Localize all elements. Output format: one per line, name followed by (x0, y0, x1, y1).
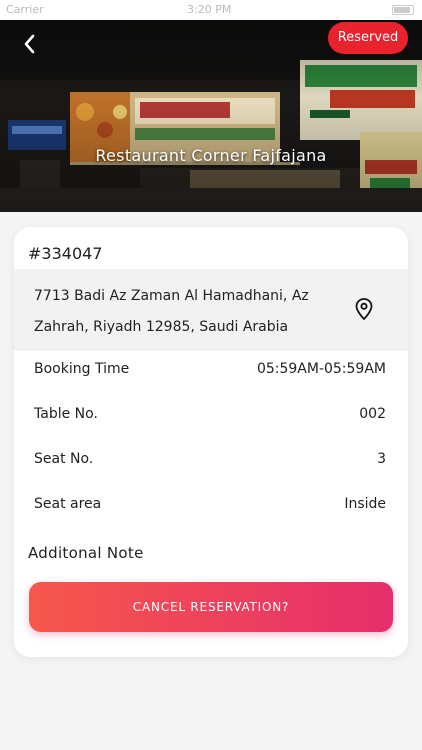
address-text: 7713 Badi Az Zaman Al Hamadhani, Az Zahr… (34, 281, 334, 343)
additional-note-heading: Additonal Note (28, 544, 144, 562)
address-line-1: 7713 Badi Az Zaman Al Hamadhani, Az (34, 288, 309, 304)
map-pin-icon[interactable] (354, 297, 374, 321)
booking-time-label: Booking Time (34, 361, 130, 377)
restaurant-name: Restaurant Corner Fajfajana (95, 146, 327, 165)
seat-area-label: Seat area (34, 496, 102, 512)
table-no-value: 002 (359, 406, 386, 422)
cancel-reservation-button[interactable]: CANCEL RESERVATION? (29, 582, 393, 632)
table-no-label: Table No. (34, 406, 98, 422)
seat-no-label: Seat No. (34, 451, 94, 467)
seat-no-value: 3 (377, 451, 386, 467)
divider (14, 349, 408, 350)
booking-time-value: 05:59AM-05:59AM (256, 361, 386, 377)
seat-area-value: Inside (344, 496, 386, 512)
booking-id: #334047 (28, 244, 103, 263)
address-block: 7713 Badi Az Zaman Al Hamadhani, Az Zahr… (14, 269, 408, 349)
reservation-card: #334047 7713 Badi Az Zaman Al Hamadhani,… (14, 227, 408, 657)
clock: 3:20 PM (187, 3, 232, 16)
seat-no-row: Seat No. 3 (34, 451, 386, 473)
address-line-2: Zahrah, Riyadh 12985, Saudi Arabia (34, 319, 289, 335)
status-bar: Carrier 3:20 PM (0, 0, 422, 20)
status-badge: Reserved (328, 22, 408, 54)
seat-area-row: Seat area Inside (34, 496, 386, 518)
restaurant-hero-image: Reserved Restaurant Corner Fajfajana (0, 20, 422, 212)
carrier-label: Carrier (6, 3, 44, 16)
booking-time-row: Booking Time 05:59AM-05:59AM (34, 361, 386, 383)
chevron-left-icon[interactable] (18, 32, 42, 56)
battery-icon (392, 5, 414, 15)
table-no-row: Table No. 002 (34, 406, 386, 428)
